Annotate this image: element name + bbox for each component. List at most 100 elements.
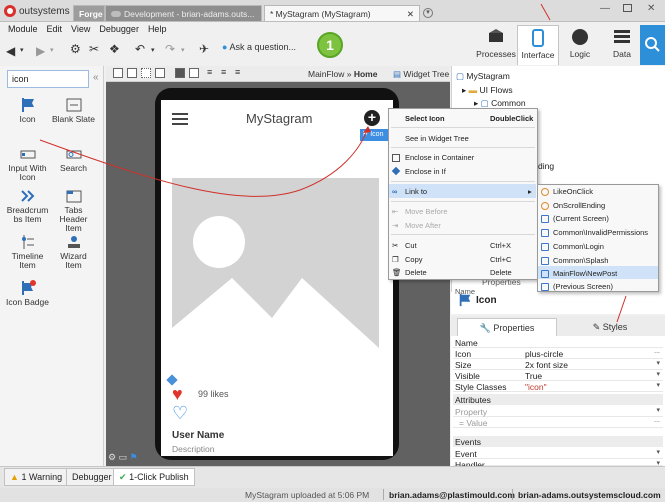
global-search-button[interactable]: [640, 25, 665, 65]
ctx-see-in-widget-tree[interactable]: See in Widget Tree: [405, 134, 469, 143]
ctx-select-icon[interactable]: Select Icon: [405, 114, 445, 123]
back-icon[interactable]: ◀: [6, 44, 15, 58]
tools-icon[interactable]: ✂: [89, 42, 99, 56]
close-window-icon[interactable]: ✕: [647, 3, 655, 14]
maximize-icon[interactable]: [623, 4, 632, 12]
tree-partial-item[interactable]: ding: [538, 161, 554, 171]
align-right-icon[interactable]: ≡: [235, 67, 240, 77]
prop-row-size[interactable]: Size 2x font size ▾: [453, 359, 663, 370]
menu-view[interactable]: View: [71, 24, 90, 34]
sub-item-splash[interactable]: Common\Splash: [541, 256, 608, 265]
tab-debugger[interactable]: Debugger: [66, 468, 118, 486]
sub-item-newpost[interactable]: MainFlow\NewPost: [541, 269, 617, 278]
prop-row-visible[interactable]: Visible True ▾: [453, 370, 663, 381]
show-borders-icon[interactable]: [141, 68, 151, 78]
sub-item-invalid-permissions[interactable]: Common\InvalidPermissions: [541, 228, 648, 237]
menu-module[interactable]: Module: [8, 24, 38, 34]
tree-ui-flows[interactable]: ▸ ▬ UI Flows: [462, 85, 513, 96]
ctx-enclose-in-if[interactable]: Enclose in If: [405, 167, 446, 176]
widget-breadcrumbs-item[interactable]: Breadcrum bs Item: [5, 188, 50, 224]
prop-value[interactable]: True: [525, 371, 542, 381]
redo-dropdown-icon[interactable]: ▾: [181, 46, 185, 54]
prop-row-icon[interactable]: Icon plus-circle...: [453, 348, 663, 359]
prop-value[interactable]: 2x font size: [525, 360, 568, 370]
tab-properties[interactable]: 🔧 Properties: [457, 318, 557, 336]
collapse-palette-icon[interactable]: «: [93, 72, 99, 83]
ctx-move-before[interactable]: Move Before: [405, 207, 448, 216]
prop-row-property[interactable]: Property ▾: [453, 406, 663, 417]
style-editor-icon[interactable]: [189, 68, 199, 78]
ctx-cut[interactable]: Cut: [405, 241, 417, 250]
dropdown-arrow-icon[interactable]: ▾: [656, 381, 660, 389]
settings-gear-icon[interactable]: ⚙: [70, 42, 81, 56]
widget-tree-button[interactable]: ▤ Widget Tree: [393, 69, 449, 80]
prop-row-name[interactable]: Name: [453, 337, 663, 348]
forward-dropdown-icon[interactable]: ▾: [50, 46, 54, 54]
ctx-delete[interactable]: Delete: [405, 268, 427, 277]
undo-dropdown-icon[interactable]: ▾: [151, 46, 155, 54]
theme-preview-icon[interactable]: [175, 68, 185, 78]
close-tab-icon[interactable]: ✕: [249, 19, 256, 21]
heart-filled-icon[interactable]: ♥: [172, 385, 183, 403]
nav-interface[interactable]: Interface: [517, 25, 559, 65]
preview-tablet-icon[interactable]: [127, 68, 137, 78]
ctx-copy[interactable]: Copy: [405, 255, 423, 264]
menu-debugger[interactable]: Debugger: [99, 24, 139, 34]
prop-value[interactable]: "icon": [525, 382, 547, 392]
sub-item-current-screen[interactable]: (Current Screen): [541, 214, 609, 223]
app-screen-title[interactable]: MyStagram: [246, 111, 312, 126]
tree-root[interactable]: ▢ MyStagram: [456, 71, 510, 82]
nav-logic[interactable]: Logic: [559, 25, 601, 65]
status-server[interactable]: brian-adams.outsystemscloud.com: [518, 490, 661, 500]
back-dropdown-icon[interactable]: ▾: [20, 46, 24, 54]
tab-development[interactable]: Development - brian-adams.outs...✕: [105, 5, 262, 21]
widget-tabs-header-item[interactable]: Tabs Header Item: [51, 188, 96, 233]
align-center-icon[interactable]: ≡: [221, 67, 226, 77]
flag-small-icon[interactable]: ⚑: [130, 452, 138, 462]
status-user[interactable]: brian.adams@plastimould.com: [389, 490, 515, 500]
align-left-icon[interactable]: ≡: [207, 67, 212, 77]
prop-row-handler[interactable]: Handler ▾: [453, 459, 663, 470]
palette-search-input[interactable]: icon: [7, 70, 89, 88]
menu-edit[interactable]: Edit: [47, 24, 63, 34]
prop-row-style-classes[interactable]: Style Classes "icon" ▾: [453, 381, 663, 392]
ctx-move-after[interactable]: Move After: [405, 221, 441, 230]
show-hidden-icon[interactable]: [155, 68, 165, 78]
dropdown-arrow-icon[interactable]: ▾: [656, 359, 660, 367]
forward-icon[interactable]: ▶: [36, 44, 45, 58]
compare-icon[interactable]: ❖: [109, 42, 120, 56]
prop-group-events[interactable]: Events: [453, 436, 663, 447]
prop-row-value[interactable]: = Value...: [453, 417, 663, 428]
sub-item-previous-screen[interactable]: (Previous Screen): [541, 282, 613, 291]
dropdown-arrow-icon[interactable]: ▾: [656, 448, 660, 456]
sub-item-likeonclick[interactable]: LikeOnClick: [541, 187, 593, 196]
breadcrumb-flow[interactable]: MainFlow »: [308, 69, 354, 79]
sub-item-login[interactable]: Common\Login: [541, 242, 604, 251]
ellipsis-icon[interactable]: ...: [654, 417, 660, 424]
tab-one-click-publish[interactable]: ✔ 1-Click Publish: [113, 468, 195, 486]
tab-forge[interactable]: Forge: [73, 5, 105, 21]
debug-icon[interactable]: ✈: [199, 42, 209, 56]
undo-icon[interactable]: ↶: [135, 42, 145, 56]
sub-item-onscrollending[interactable]: OnScrollEnding: [541, 201, 605, 210]
prop-row-event[interactable]: Event ▾: [453, 448, 663, 459]
heart-outline-icon[interactable]: ♡: [172, 404, 188, 422]
dropdown-arrow-icon[interactable]: ▾: [656, 370, 660, 378]
dropdown-arrow-icon[interactable]: ▾: [656, 406, 660, 414]
widget-timeline-item[interactable]: Timeline Item: [5, 234, 50, 270]
widget-input-with-icon[interactable]: Input With Icon: [5, 146, 50, 182]
tab-list-dropdown-icon[interactable]: ▾: [423, 8, 433, 18]
menu-help[interactable]: Help: [148, 24, 167, 34]
widget-blank-slate[interactable]: Blank Slate: [51, 97, 96, 124]
prop-value[interactable]: plus-circle: [525, 349, 563, 359]
nav-processes[interactable]: Processes: [475, 25, 517, 65]
ctx-enclose-in-container[interactable]: Enclose in Container: [405, 153, 474, 162]
plus-circle-icon[interactable]: +: [364, 110, 380, 126]
ctx-link-to[interactable]: Link to: [405, 187, 427, 196]
post-image-placeholder[interactable]: [172, 178, 379, 384]
settings-small-icon[interactable]: ⚙: [108, 452, 116, 462]
preview-phone-icon[interactable]: [113, 68, 123, 78]
tab-mystagram[interactable]: * MyStagram (MyStagram) ✕: [264, 5, 420, 21]
hamburger-menu-icon[interactable]: [172, 113, 188, 115]
tab-styles[interactable]: ✎ Styles: [560, 318, 660, 336]
